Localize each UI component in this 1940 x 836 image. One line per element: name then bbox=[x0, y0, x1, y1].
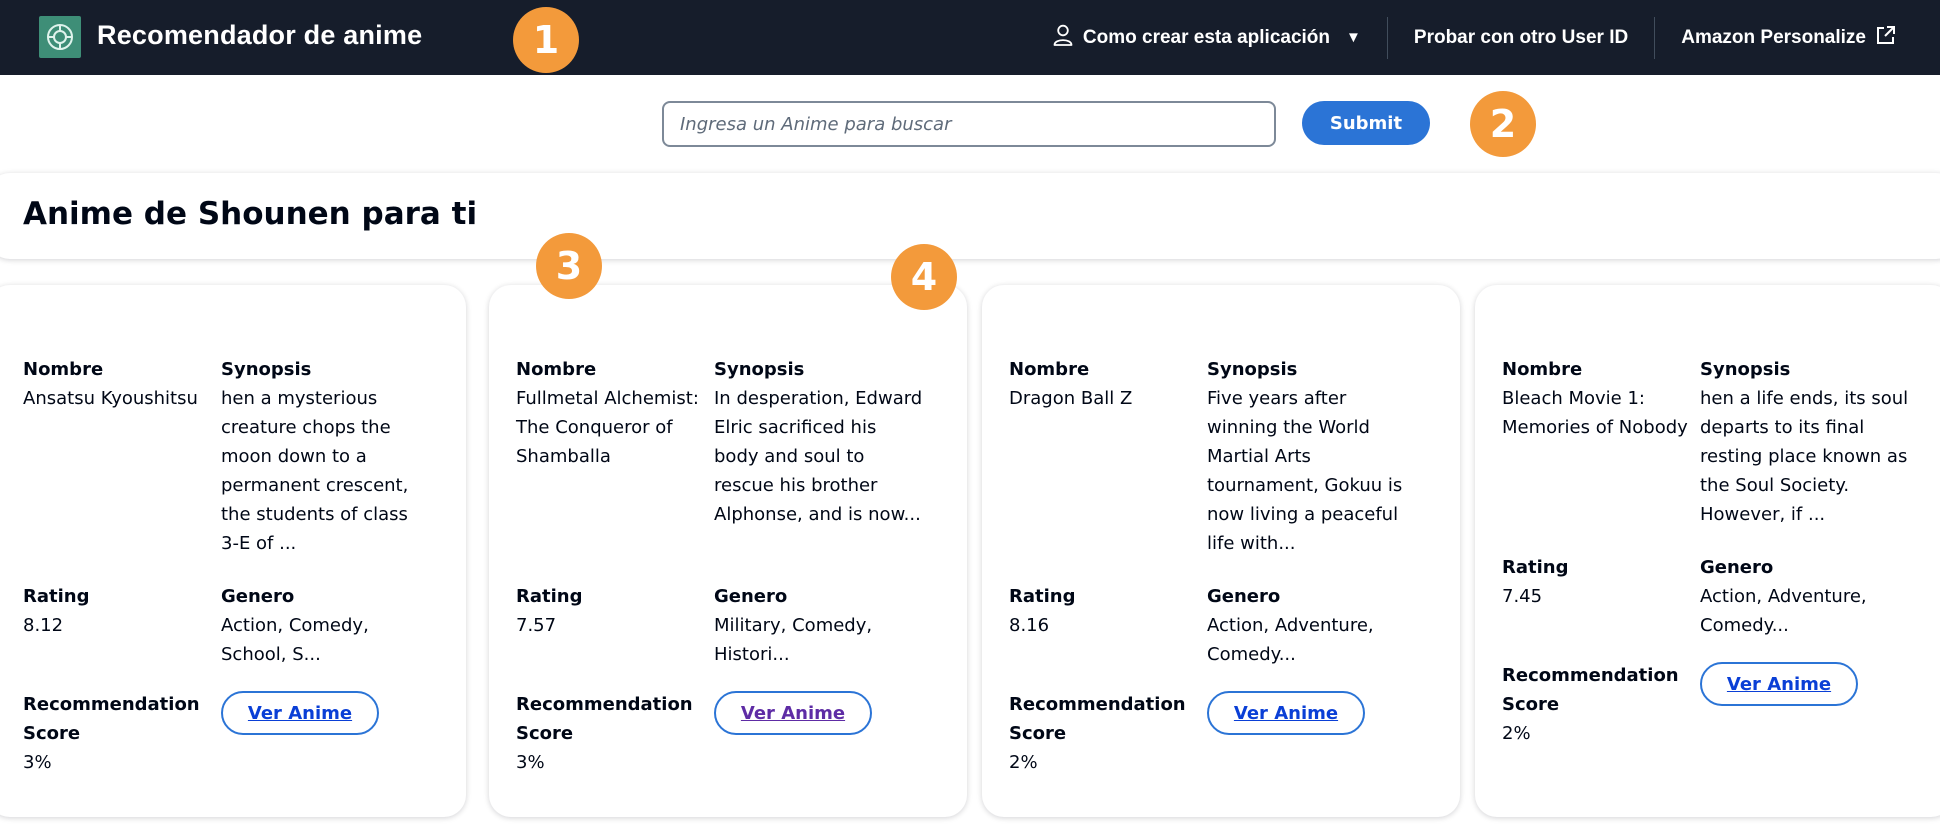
recommendation-score-value: 2% bbox=[1502, 723, 1531, 744]
recommendation-score-field: Recommendation Score 3% bbox=[23, 690, 213, 777]
genre-value: Action, Adventure, Comedy... bbox=[1207, 615, 1374, 665]
step-marker-4: 4 bbox=[891, 244, 957, 310]
name-field: Nombre Ansatsu Kyoushitsu bbox=[23, 355, 213, 413]
recommendation-score-field: Recommendation Score 2% bbox=[1502, 661, 1692, 748]
app-title[interactable]: Recomendador de anime bbox=[97, 20, 422, 51]
user-icon bbox=[1053, 24, 1073, 52]
genre-label: Genero bbox=[714, 586, 788, 607]
genre-field: Genero Military, Comedy, Histori... bbox=[714, 582, 924, 669]
ver-anime-button[interactable]: Ver Anime bbox=[1700, 662, 1858, 706]
name-label: Nombre bbox=[23, 359, 104, 380]
rating-label: Rating bbox=[1502, 557, 1569, 578]
synopsis-field: Synopsis hen a life ends, its soul depar… bbox=[1700, 355, 1910, 529]
anime-card: Nombre Dragon Ball Z Synopsis Five years… bbox=[982, 285, 1460, 817]
app-logo-icon[interactable] bbox=[39, 16, 81, 58]
synopsis-label: Synopsis bbox=[714, 359, 805, 380]
synopsis-field: Synopsis In desperation, Edward Elric sa… bbox=[714, 355, 924, 529]
name-field: Nombre Fullmetal Alchemist: The Conquero… bbox=[516, 355, 708, 471]
synopsis-value: In desperation, Edward Elric sacrificed … bbox=[714, 388, 923, 525]
anime-card: Nombre Bleach Movie 1: Memories of Nobod… bbox=[1475, 285, 1940, 817]
recommendation-score-value: 2% bbox=[1009, 752, 1038, 773]
nav-links: Como crear esta aplicación ▼ Probar con … bbox=[1027, 0, 1896, 75]
rating-label: Rating bbox=[23, 586, 90, 607]
recommendation-score-field: Recommendation Score 3% bbox=[516, 690, 706, 777]
rating-label: Rating bbox=[1009, 586, 1076, 607]
how-to-build-label: Como crear esta aplicación bbox=[1082, 26, 1331, 48]
top-navigation: Recomendador de anime Como crear esta ap… bbox=[0, 0, 1940, 75]
genre-label: Genero bbox=[1700, 557, 1774, 578]
name-label: Nombre bbox=[1502, 359, 1583, 380]
rating-field: Rating 7.57 bbox=[516, 582, 706, 640]
amazon-personalize-label: Amazon Personalize bbox=[1681, 26, 1866, 48]
rating-value: 7.57 bbox=[516, 615, 557, 636]
recommendation-score-value: 3% bbox=[23, 752, 52, 773]
genre-field: Genero Action, Adventure, Comedy... bbox=[1700, 553, 1910, 640]
rating-field: Rating 8.12 bbox=[23, 582, 213, 640]
recommendation-score-field: Recommendation Score 2% bbox=[1009, 690, 1199, 777]
synopsis-label: Synopsis bbox=[1700, 359, 1791, 380]
synopsis-field: Synopsis Five years after winning the Wo… bbox=[1207, 355, 1419, 558]
recommendation-score-label: Recommendation Score bbox=[1502, 665, 1679, 715]
submit-button[interactable]: Submit bbox=[1302, 101, 1430, 145]
name-value: Fullmetal Alchemist: The Conqueror of Sh… bbox=[516, 388, 699, 467]
name-label: Nombre bbox=[516, 359, 597, 380]
ver-anime-button[interactable]: Ver Anime bbox=[221, 691, 379, 735]
rating-field: Rating 7.45 bbox=[1502, 553, 1692, 611]
name-label: Nombre bbox=[1009, 359, 1090, 380]
synopsis-value: Five years after winning the World Marti… bbox=[1207, 388, 1403, 554]
caret-down-icon: ▼ bbox=[1346, 29, 1361, 46]
step-marker-2: 2 bbox=[1470, 91, 1536, 157]
name-value: Ansatsu Kyoushitsu bbox=[23, 388, 198, 409]
recommendation-score-label: Recommendation Score bbox=[516, 694, 693, 744]
genre-value: Action, Adventure, Comedy... bbox=[1700, 586, 1867, 636]
genre-value: Action, Comedy, School, S... bbox=[221, 615, 369, 665]
anime-card: Nombre Ansatsu Kyoushitsu Synopsis hen a… bbox=[0, 285, 466, 817]
synopsis-label: Synopsis bbox=[1207, 359, 1298, 380]
ver-anime-button[interactable]: Ver Anime bbox=[1207, 691, 1365, 735]
recommendation-score-label: Recommendation Score bbox=[1009, 694, 1186, 744]
rating-value: 7.45 bbox=[1502, 586, 1543, 607]
ver-anime-button[interactable]: Ver Anime bbox=[714, 691, 872, 735]
rating-field: Rating 8.16 bbox=[1009, 582, 1199, 640]
try-other-user-id-link[interactable]: Probar con otro User ID bbox=[1388, 17, 1654, 59]
anime-card: Nombre Fullmetal Alchemist: The Conquero… bbox=[489, 285, 967, 817]
recommendation-score-label: Recommendation Score bbox=[23, 694, 200, 744]
synopsis-field: Synopsis hen a mysterious creature chops… bbox=[221, 355, 421, 558]
genre-field: Genero Action, Comedy, School, S... bbox=[221, 582, 421, 669]
amazon-personalize-link[interactable]: Amazon Personalize bbox=[1655, 17, 1896, 59]
synopsis-value: hen a life ends, its soul departs to its… bbox=[1700, 388, 1909, 525]
step-marker-3: 3 bbox=[536, 233, 602, 299]
rating-value: 8.12 bbox=[23, 615, 64, 636]
synopsis-value: hen a mysterious creature chops the moon… bbox=[221, 388, 409, 554]
genre-label: Genero bbox=[1207, 586, 1281, 607]
name-field: Nombre Bleach Movie 1: Memories of Nobod… bbox=[1502, 355, 1694, 442]
genre-value: Military, Comedy, Histori... bbox=[714, 615, 873, 665]
synopsis-label: Synopsis bbox=[221, 359, 312, 380]
rating-value: 8.16 bbox=[1009, 615, 1050, 636]
how-to-build-dropdown[interactable]: Como crear esta aplicación ▼ bbox=[1027, 17, 1387, 59]
name-value: Dragon Ball Z bbox=[1009, 388, 1133, 409]
try-other-user-id-label: Probar con otro User ID bbox=[1413, 26, 1629, 48]
rating-label: Rating bbox=[516, 586, 583, 607]
recommendation-score-value: 3% bbox=[516, 752, 545, 773]
name-field: Nombre Dragon Ball Z bbox=[1009, 355, 1199, 413]
section-title: Anime de Shounen para ti bbox=[23, 196, 478, 232]
genre-field: Genero Action, Adventure, Comedy... bbox=[1207, 582, 1419, 669]
step-marker-1: 1 bbox=[513, 7, 579, 73]
genre-label: Genero bbox=[221, 586, 295, 607]
name-value: Bleach Movie 1: Memories of Nobody bbox=[1502, 388, 1688, 438]
external-link-icon bbox=[1876, 25, 1896, 51]
anime-search-input[interactable] bbox=[662, 101, 1276, 147]
